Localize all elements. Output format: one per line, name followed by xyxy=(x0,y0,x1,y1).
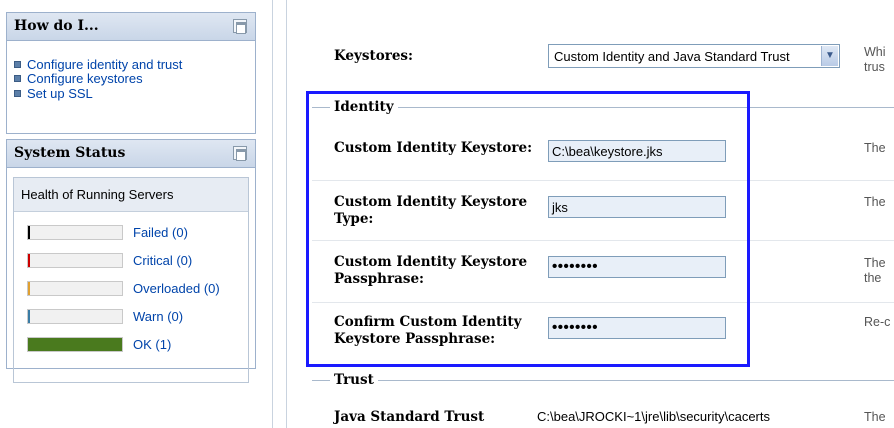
left-column: How do I... Configure identity and trust… xyxy=(0,0,262,428)
identity-legend: Identity xyxy=(330,99,398,115)
identity-rule xyxy=(312,107,894,108)
system-status-panel: System Status Health of Running Servers … xyxy=(6,139,256,383)
health-bar xyxy=(27,224,123,240)
how-do-i-links: Configure identity and trust Configure k… xyxy=(7,41,255,101)
custom-identity-keystore-input[interactable]: C:\bea\keystore.jks xyxy=(548,140,726,162)
row-divider xyxy=(312,240,894,241)
collapse-icon[interactable] xyxy=(233,146,247,161)
custom-identity-keystore-passphrase-label: Custom Identity Keystore Passphrase: xyxy=(334,254,528,287)
health-bar-marker xyxy=(28,253,30,267)
keystores-select[interactable]: Custom Identity and Java Standard Trust … xyxy=(548,44,840,68)
health-title: Health of Running Servers xyxy=(14,178,248,212)
keystores-help: Whi trus xyxy=(864,45,886,75)
health-row: Warn (0) xyxy=(14,302,248,330)
field-help: The the xyxy=(864,256,886,285)
keystores-label: Keystores: xyxy=(334,48,413,64)
field-help: The xyxy=(864,141,886,155)
field-help: Re-c xyxy=(864,315,891,329)
health-row: Critical (0) xyxy=(14,246,248,274)
how-do-i-header: How do I... xyxy=(7,13,255,41)
java-standard-trust-label: Java Standard Trust xyxy=(334,409,485,425)
list-item: Configure keystores xyxy=(13,71,255,86)
field-help: The xyxy=(864,410,886,424)
health-link[interactable]: Critical (0) xyxy=(133,253,192,268)
health-bar xyxy=(27,252,123,268)
health-bar-marker xyxy=(28,225,30,239)
health-bar-fill xyxy=(28,337,122,351)
custom-identity-keystore-passphrase-input[interactable]: •••••••• xyxy=(548,256,726,278)
bullet-icon xyxy=(14,60,21,68)
link-configure-keystores[interactable]: Configure keystores xyxy=(27,71,143,86)
custom-identity-keystore-type-label: Custom Identity Keystore Type: xyxy=(334,194,528,227)
bullet-icon xyxy=(14,89,21,97)
health-bar-marker xyxy=(28,281,30,295)
health-row: OK (1) xyxy=(14,330,248,358)
confirm-passphrase-input[interactable]: •••••••• xyxy=(548,317,726,339)
row-divider xyxy=(312,180,894,181)
list-item: Set up SSL xyxy=(13,86,255,101)
row-divider xyxy=(312,302,894,303)
java-standard-trust-value: C:\bea\JROCKI~1\jre\lib\security\cacerts xyxy=(537,409,770,424)
how-do-i-panel: How do I... Configure identity and trust… xyxy=(6,12,256,134)
health-bar xyxy=(27,336,123,352)
how-do-i-title: How do I... xyxy=(14,18,99,34)
trust-rule xyxy=(312,380,894,381)
health-bar xyxy=(27,308,123,324)
system-status-title: System Status xyxy=(14,145,126,161)
help-line: trus xyxy=(864,60,885,74)
confirm-passphrase-label: Confirm Custom Identity Keystore Passphr… xyxy=(334,314,522,347)
health-bar-marker xyxy=(28,309,30,323)
health-box: Health of Running Servers Failed (0) Crit… xyxy=(13,177,249,383)
health-row: Overloaded (0) xyxy=(14,274,248,302)
health-link[interactable]: OK (1) xyxy=(133,337,171,352)
field-help: The xyxy=(864,195,886,209)
custom-identity-keystore-type-input[interactable]: jks xyxy=(548,196,726,218)
health-row: Failed (0) xyxy=(14,218,248,246)
link-set-up-ssl[interactable]: Set up SSL xyxy=(27,86,93,101)
keystores-select-value: Custom Identity and Java Standard Trust xyxy=(554,49,790,64)
health-rows: Failed (0) Critical (0) Overloaded (0) Warn… xyxy=(14,212,248,358)
main-form: Keystores: Custom Identity and Java Stan… xyxy=(290,0,894,428)
health-link[interactable]: Failed (0) xyxy=(133,225,188,240)
health-bar xyxy=(27,280,123,296)
help-line: Whi xyxy=(864,45,886,59)
list-item: Configure identity and trust xyxy=(13,57,255,72)
system-status-header: System Status xyxy=(7,140,255,168)
custom-identity-keystore-label: Custom Identity Keystore: xyxy=(334,140,533,156)
link-configure-identity-trust[interactable]: Configure identity and trust xyxy=(27,57,182,72)
trust-legend: Trust xyxy=(330,372,378,388)
collapse-icon[interactable] xyxy=(233,19,247,34)
pane-divider[interactable] xyxy=(268,0,290,428)
bullet-icon xyxy=(14,75,21,83)
health-link[interactable]: Warn (0) xyxy=(133,309,183,324)
chevron-down-icon[interactable]: ▼ xyxy=(821,46,838,66)
health-link[interactable]: Overloaded (0) xyxy=(133,281,220,296)
